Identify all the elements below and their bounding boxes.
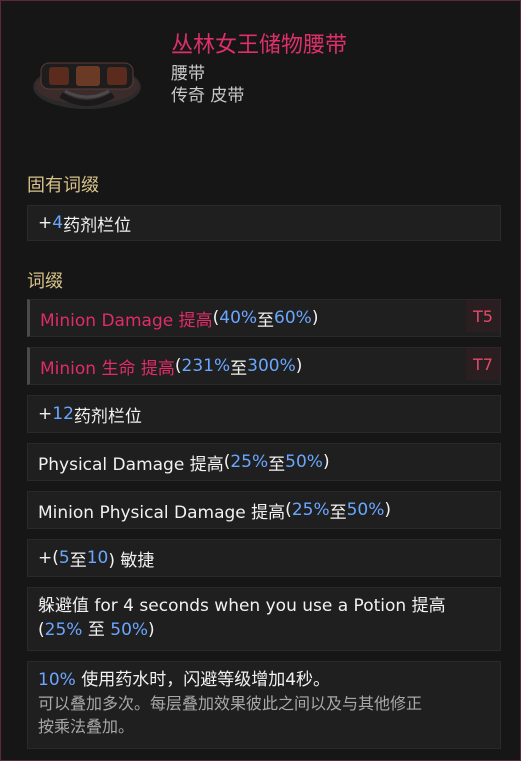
affix-text-part: ) — [311, 308, 319, 328]
implicit-prefix: + — [38, 213, 53, 233]
item-header: 丛林女王储物腰带 腰带 传奇 皮带 — [1, 1, 520, 151]
affix-text-part: 50% — [346, 500, 385, 520]
tier-badge: T5 — [466, 300, 500, 332]
affix-dodge-b: 50% — [110, 620, 149, 640]
affix-row-unique: 10% 使用药水时，闪避等级增加4秒。 可以叠加多次。每层叠加效果彼此之间以及与… — [27, 661, 501, 749]
item-tooltip: 丛林女王储物腰带 腰带 传奇 皮带 固有词缀 + 4 药剂栏位 词缀 Minio… — [0, 0, 521, 761]
belt-icon — [31, 51, 143, 113]
affix-text-part: 231% — [181, 356, 231, 376]
affix-unique-desc1: 可以叠加多次。每层叠加效果彼此之间以及与其他修正 — [38, 694, 423, 713]
affix-text-part: +( — [38, 548, 59, 568]
affix-dodge-line2: (25% 至 50%) — [38, 618, 155, 642]
affix-text-part: 至 — [257, 310, 275, 331]
affix-dodge-mid: 至 — [82, 620, 111, 640]
affix-text-part: 300% — [247, 356, 296, 376]
affix-row-dodge: 躲避值 for 4 seconds when you use a Potion … — [27, 587, 501, 651]
affix-text-part: 10 — [86, 548, 109, 568]
affix-text-part: ( — [174, 356, 182, 376]
affix-row: Physical Damage 提高 (25% 至 50%) — [27, 443, 501, 481]
item-type-line-2: 传奇 皮带 — [171, 86, 245, 106]
affix-dodge-open: ( — [38, 620, 45, 640]
item-name: 丛林女王储物腰带 — [171, 33, 348, 58]
item-type-line-1: 腰带 — [171, 64, 205, 84]
affix-section-title: 词缀 — [27, 271, 63, 292]
affix-row: +12 药剂栏位 — [27, 395, 501, 433]
affix-text-part: Minion 生命 提高 — [40, 358, 175, 379]
affix-text-part: ( — [285, 500, 292, 520]
affix-text-part: + — [38, 404, 53, 424]
affix-text-part: ) — [295, 356, 303, 376]
affix-unique-line: 10% 使用药水时，闪避等级增加4秒。 — [38, 668, 330, 692]
affix-unique-desc2: 按乘法叠加。 — [38, 717, 135, 736]
affix-text-part: ( — [212, 308, 220, 328]
affix-text-part: 50% — [285, 452, 323, 472]
affix-dodge-close: ) — [148, 620, 155, 640]
affix-dodge-a: 25% — [44, 620, 83, 640]
affix-text-part: Minion Damage 提高 — [40, 310, 213, 331]
affix-text-part: 60% — [274, 308, 312, 328]
affix-text-part: 至 — [69, 550, 87, 571]
affix-text-part: 至 — [329, 502, 347, 523]
item-type: 腰带 传奇 皮带 — [171, 63, 244, 107]
affix-text-part: Physical Damage 提高 — [38, 454, 224, 475]
affix-text-part: 12 — [52, 404, 74, 424]
implicit-section-title: 固有词缀 — [27, 175, 99, 196]
affix-text-part: 至 — [230, 358, 248, 379]
affix-text-part: ) — [322, 452, 330, 472]
affix-text-part: Minion Physical Damage 提高 — [38, 502, 286, 523]
affix-unique-num: 10% — [38, 670, 76, 690]
affix-row: Minion 生命 提高 (231% 至 300%) T7 — [27, 347, 501, 385]
affix-dodge-line1: 躲避值 for 4 seconds when you use a Potion … — [38, 596, 446, 616]
affix-row: Minion Physical Damage 提高 (25% 至 50%) — [27, 491, 501, 529]
affix-row: +(5 至 10) 敏捷 — [27, 539, 501, 577]
affix-text-part: 至 — [268, 454, 286, 475]
tier-badge: T7 — [466, 348, 500, 380]
affix-text-part: 25% — [291, 500, 330, 520]
implicit-value: 4 — [52, 213, 64, 233]
affix-text-part: ) 敏捷 — [108, 550, 155, 571]
implicit-affix-row: + 4 药剂栏位 — [27, 205, 501, 241]
affix-row: Minion Damage 提高 (40% 至 60%) T5 — [27, 299, 501, 337]
affix-unique-text: 使用药水时，闪避等级增加4秒。 — [75, 670, 331, 690]
affix-text-part: ( — [223, 452, 231, 472]
affix-text-part: 25% — [230, 452, 269, 472]
affix-text-part: 5 — [58, 548, 70, 568]
implicit-text: 药剂栏位 — [63, 215, 132, 236]
affix-text-part: ) — [384, 500, 392, 520]
affix-text-part: 40% — [219, 308, 258, 328]
affix-text-part: 药剂栏位 — [73, 406, 142, 427]
